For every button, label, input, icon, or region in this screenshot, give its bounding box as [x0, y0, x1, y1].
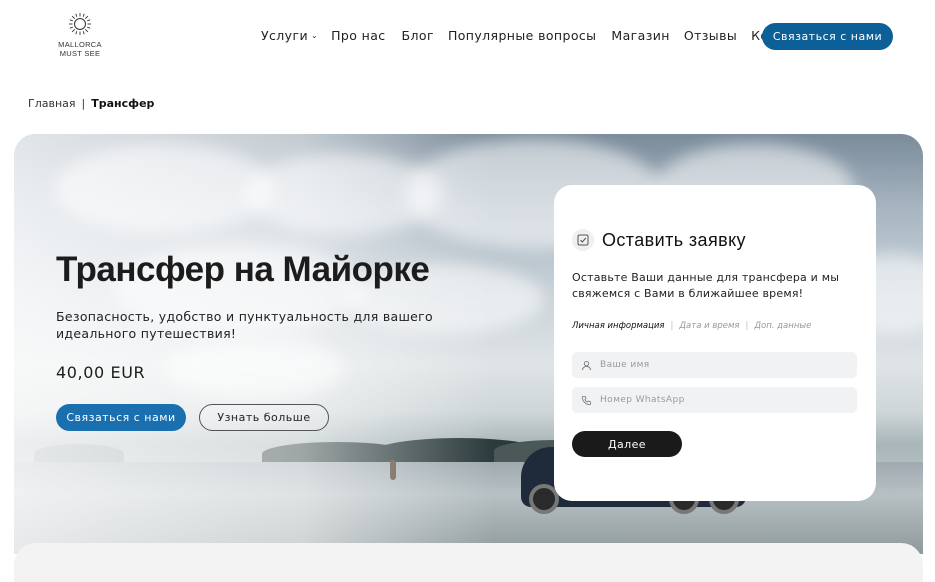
- step-divider: |: [670, 321, 674, 331]
- nav-item-shop[interactable]: Магазин: [611, 28, 669, 43]
- next-section-card: [14, 543, 923, 582]
- chevron-down-icon: ⌄: [310, 31, 319, 40]
- hero-subtitle: Безопасность, удобство и пунктуальность …: [56, 309, 433, 341]
- nav-item-reviews[interactable]: Отзывы: [684, 28, 737, 43]
- hero-contact-button[interactable]: Связаться с нами: [56, 404, 186, 431]
- breadcrumb: Главная | Трансфер: [28, 97, 154, 110]
- nav-item-about[interactable]: Про нас: [331, 28, 385, 43]
- nav-item-faq[interactable]: Популярные вопросы: [448, 28, 596, 43]
- name-input[interactable]: [600, 360, 840, 370]
- page: MALLORCA MUST SEE Услуги ⌄ Про нас Блог П…: [0, 0, 935, 582]
- whatsapp-input[interactable]: [600, 395, 840, 405]
- form-title: Оставить заявку: [602, 229, 746, 250]
- user-icon: [581, 360, 592, 370]
- step-personal-info[interactable]: Личная информация: [572, 321, 665, 331]
- name-field[interactable]: [572, 352, 857, 378]
- breadcrumb-separator: |: [81, 97, 86, 110]
- logo-text-line2: MUST SEE: [59, 49, 101, 58]
- nav-item-blog[interactable]: Блог: [402, 28, 434, 43]
- phone-icon: [581, 395, 592, 405]
- phone-field[interactable]: [572, 387, 857, 413]
- header-contact-button[interactable]: Связаться с нами: [762, 23, 893, 50]
- breadcrumb-current: Трансфер: [91, 97, 155, 110]
- main-nav: Услуги ⌄ Про нас Блог Популярные вопросы …: [261, 28, 819, 43]
- logo-text-line1: MALLORCA: [58, 40, 102, 49]
- form-description: Оставьте Ваши данные для трансфера и мы …: [572, 271, 840, 300]
- learn-more-button[interactable]: Узнать больше: [199, 404, 329, 431]
- form-steps: Личная информация | Дата и время | Доп. …: [572, 321, 811, 331]
- checkbox-checked-icon: [572, 229, 594, 251]
- hero-price: 40,00 EUR: [56, 363, 146, 382]
- request-form-card: Оставить заявку Оставьте Ваши данные для…: [554, 185, 876, 501]
- step-extra-data[interactable]: Доп. данные: [754, 321, 811, 331]
- nav-item-services[interactable]: Услуги ⌄: [261, 28, 318, 43]
- breadcrumb-home-link[interactable]: Главная: [28, 97, 76, 110]
- nav-item-label: Услуги: [261, 28, 308, 43]
- hero-title: Трансфер на Майорке: [56, 250, 430, 289]
- step-date-time[interactable]: Дата и время: [679, 321, 739, 331]
- next-button[interactable]: Далее: [572, 431, 682, 457]
- logo[interactable]: MALLORCA MUST SEE: [58, 12, 102, 58]
- sun-logo-icon: [69, 13, 91, 35]
- form-header: Оставить заявку: [572, 229, 746, 251]
- step-divider: |: [745, 321, 749, 331]
